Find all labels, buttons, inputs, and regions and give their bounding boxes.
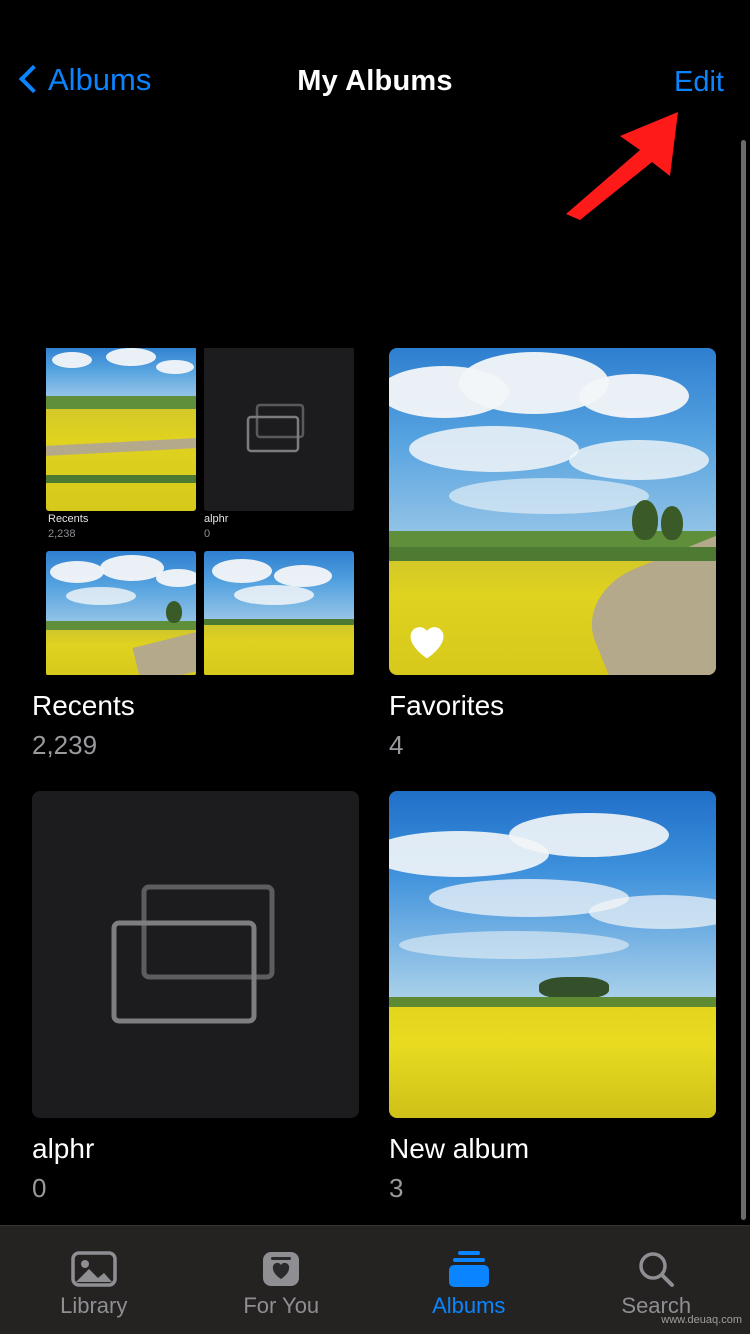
album-thumbnail-favorites[interactable] xyxy=(389,348,716,675)
tab-albums[interactable]: Albums xyxy=(375,1226,563,1334)
tab-label: Library xyxy=(60,1293,128,1318)
album-thumbnail-recents[interactable]: Recents 2,238 alphr 0 a xyxy=(32,348,359,675)
album-cell-favorites[interactable]: Favorites 4 xyxy=(389,348,716,761)
nested-label-recents: Recents xyxy=(48,513,89,525)
albums-row: alphr 0 New album 3 xyxy=(0,791,750,1204)
tab-for-you[interactable]: For You xyxy=(188,1226,376,1334)
navigation-bar: Albums My Albums Edit xyxy=(0,0,750,118)
tab-bar: Library For You Albums Search xyxy=(0,1225,750,1334)
tab-library[interactable]: Library xyxy=(0,1226,188,1334)
album-cell-recents[interactable]: Recents 2,238 alphr 0 a xyxy=(32,348,359,761)
nested-thumb-alphr xyxy=(204,348,354,511)
album-title: Recents xyxy=(32,690,135,721)
nested-thumb-field-2 xyxy=(204,551,354,675)
album-title: New album xyxy=(389,1133,530,1164)
album-count: 0 xyxy=(32,1173,47,1203)
nested-count-alphr: 0 xyxy=(204,528,211,540)
yellow-field-photo xyxy=(389,791,716,1118)
for-you-heart-icon xyxy=(260,1247,302,1291)
nested-thumb-recents xyxy=(46,348,196,511)
albums-stack-icon xyxy=(446,1247,492,1291)
album-cell-alphr[interactable]: alphr 0 xyxy=(32,791,359,1204)
empty-album-placeholder-icon xyxy=(246,403,305,452)
album-count: 2,239 xyxy=(32,730,98,760)
album-count: 3 xyxy=(389,1173,404,1203)
nested-albums-screenshot: Recents 2,238 alphr 0 a xyxy=(32,348,359,675)
photos-library-icon xyxy=(71,1247,117,1291)
nested-thumb-field-1 xyxy=(46,551,196,675)
album-count: 4 xyxy=(389,730,404,760)
album-title: Favorites xyxy=(389,690,505,721)
nested-grid-row-2 xyxy=(46,551,359,675)
tab-label: For You xyxy=(243,1293,320,1318)
nested-count-recents: 2,238 xyxy=(48,528,76,540)
album-title: alphr xyxy=(32,1133,95,1164)
album-cell-new-album[interactable]: New album 3 xyxy=(389,791,716,1204)
watermark: www.deuaq.com xyxy=(661,1314,742,1326)
albums-grid: Recents 2,238 alphr 0 a xyxy=(0,348,750,1226)
heart-icon xyxy=(410,627,444,659)
album-thumbnail-alphr[interactable] xyxy=(32,791,359,1118)
edit-button[interactable]: Edit xyxy=(674,66,724,99)
search-magnifier-icon xyxy=(635,1247,677,1291)
page-title: My Albums xyxy=(297,65,453,97)
empty-album-placeholder-icon xyxy=(111,884,274,1023)
albums-scroll-area[interactable]: Recents 2,238 alphr 0 a xyxy=(0,118,750,1226)
albums-row: Recents 2,238 alphr 0 a xyxy=(0,348,750,761)
album-thumbnail-new-album[interactable] xyxy=(389,791,716,1118)
nested-label-alphr: alphr xyxy=(204,513,229,525)
vertical-scrollbar[interactable] xyxy=(741,140,746,1220)
nested-grid-row-1 xyxy=(46,348,359,511)
tab-label: Albums xyxy=(432,1293,506,1318)
